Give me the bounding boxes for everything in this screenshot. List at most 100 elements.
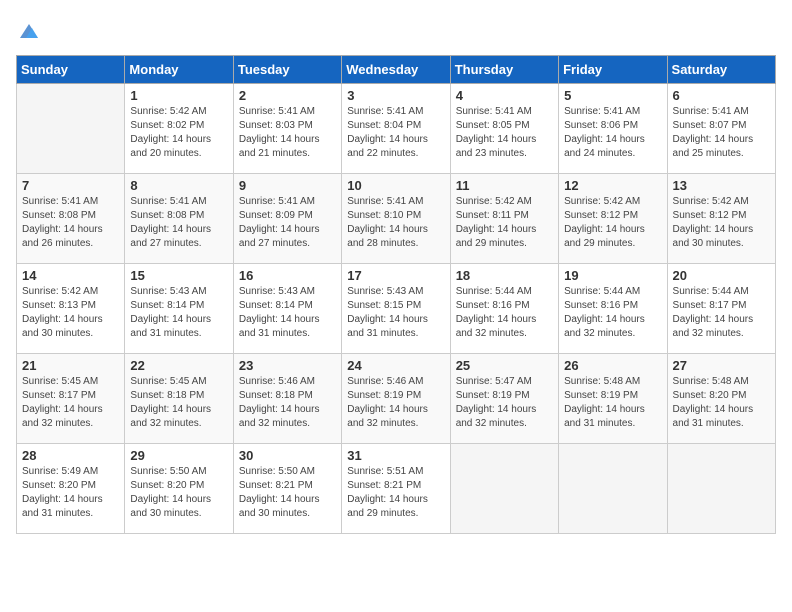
calendar-cell: 19 Sunrise: 5:44 AM Sunset: 8:16 PM Dayli… [559, 264, 667, 354]
day-detail: Sunrise: 5:41 AM Sunset: 8:06 PM Dayligh… [564, 105, 661, 161]
day-number: 31 [347, 448, 444, 463]
day-number: 11 [456, 178, 553, 193]
calendar-cell: 9 Sunrise: 5:41 AM Sunset: 8:09 PM Daylig… [233, 174, 341, 264]
calendar-table: SundayMondayTuesdayWednesdayThursdayFrid… [16, 55, 776, 534]
calendar-cell [450, 444, 558, 534]
calendar-cell: 20 Sunrise: 5:44 AM Sunset: 8:17 PM Dayli… [667, 264, 775, 354]
day-detail: Sunrise: 5:47 AM Sunset: 8:19 PM Dayligh… [456, 375, 553, 431]
day-number: 10 [347, 178, 444, 193]
day-detail: Sunrise: 5:41 AM Sunset: 8:07 PM Dayligh… [673, 105, 770, 161]
calendar-cell: 30 Sunrise: 5:50 AM Sunset: 8:21 PM Dayli… [233, 444, 341, 534]
calendar-header-tuesday: Tuesday [233, 56, 341, 84]
day-number: 15 [130, 268, 227, 283]
calendar-cell: 13Sunrise: 5:42 AM Sunset: 8:12 PM Dayli… [667, 174, 775, 264]
calendar-cell: 25 Sunrise: 5:47 AM Sunset: 8:19 PM Dayli… [450, 354, 558, 444]
calendar-cell: 24Sunrise: 5:46 AM Sunset: 8:19 PM Dayli… [342, 354, 450, 444]
calendar-cell: 29 Sunrise: 5:50 AM Sunset: 8:20 PM Dayli… [125, 444, 233, 534]
day-number: 19 [564, 268, 661, 283]
calendar-header-wednesday: Wednesday [342, 56, 450, 84]
calendar-cell: 31 Sunrise: 5:51 AM Sunset: 8:21 PM Dayli… [342, 444, 450, 534]
day-number: 30 [239, 448, 336, 463]
day-number: 9 [239, 178, 336, 193]
calendar-header-monday: Monday [125, 56, 233, 84]
calendar-cell: 12 Sunrise: 5:42 AM Sunset: 8:12 PM Dayli… [559, 174, 667, 264]
day-detail: Sunrise: 5:42 AM Sunset: 8:02 PM Dayligh… [130, 105, 227, 161]
logo [16, 20, 40, 47]
calendar-cell: 10 Sunrise: 5:41 AM Sunset: 8:10 PM Dayli… [342, 174, 450, 264]
calendar-cell: 8 Sunrise: 5:41 AM Sunset: 8:08 PM Daylig… [125, 174, 233, 264]
day-number: 5 [564, 88, 661, 103]
day-detail: Sunrise: 5:43 AM Sunset: 8:15 PM Dayligh… [347, 285, 444, 341]
day-detail: Sunrise: 5:45 AM Sunset: 8:18 PM Dayligh… [130, 375, 227, 431]
calendar-header-row: SundayMondayTuesdayWednesdayThursdayFrid… [17, 56, 776, 84]
day-number: 25 [456, 358, 553, 373]
day-number: 21 [22, 358, 119, 373]
day-detail: Sunrise: 5:41 AM Sunset: 8:08 PM Dayligh… [130, 195, 227, 251]
calendar-cell [559, 444, 667, 534]
calendar-cell: 17 Sunrise: 5:43 AM Sunset: 8:15 PM Dayli… [342, 264, 450, 354]
calendar-header-saturday: Saturday [667, 56, 775, 84]
day-detail: Sunrise: 5:46 AM Sunset: 8:19 PM Dayligh… [347, 375, 444, 431]
calendar-week-row: 28 Sunrise: 5:49 AM Sunset: 8:20 PM Dayli… [17, 444, 776, 534]
day-detail: Sunrise: 5:46 AM Sunset: 8:18 PM Dayligh… [239, 375, 336, 431]
day-detail: Sunrise: 5:41 AM Sunset: 8:10 PM Dayligh… [347, 195, 444, 251]
day-detail: Sunrise: 5:42 AM Sunset: 8:13 PM Dayligh… [22, 285, 119, 341]
day-detail: Sunrise: 5:50 AM Sunset: 8:21 PM Dayligh… [239, 465, 336, 521]
calendar-cell: 26Sunrise: 5:48 AM Sunset: 8:19 PM Dayli… [559, 354, 667, 444]
day-number: 2 [239, 88, 336, 103]
calendar-cell: 7 Sunrise: 5:41 AM Sunset: 8:08 PM Daylig… [17, 174, 125, 264]
calendar-header-friday: Friday [559, 56, 667, 84]
day-number: 14 [22, 268, 119, 283]
calendar-cell: 2Sunrise: 5:41 AM Sunset: 8:03 PM Daylig… [233, 84, 341, 174]
day-number: 8 [130, 178, 227, 193]
day-detail: Sunrise: 5:42 AM Sunset: 8:12 PM Dayligh… [564, 195, 661, 251]
calendar-cell: 15 Sunrise: 5:43 AM Sunset: 8:14 PM Dayli… [125, 264, 233, 354]
day-detail: Sunrise: 5:51 AM Sunset: 8:21 PM Dayligh… [347, 465, 444, 521]
day-number: 6 [673, 88, 770, 103]
day-number: 16 [239, 268, 336, 283]
day-number: 28 [22, 448, 119, 463]
day-detail: Sunrise: 5:48 AM Sunset: 8:19 PM Dayligh… [564, 375, 661, 431]
day-detail: Sunrise: 5:44 AM Sunset: 8:16 PM Dayligh… [564, 285, 661, 341]
day-detail: Sunrise: 5:45 AM Sunset: 8:17 PM Dayligh… [22, 375, 119, 431]
day-detail: Sunrise: 5:48 AM Sunset: 8:20 PM Dayligh… [673, 375, 770, 431]
page-header [16, 16, 776, 47]
calendar-cell: 21 Sunrise: 5:45 AM Sunset: 8:17 PM Dayli… [17, 354, 125, 444]
calendar-week-row: 14 Sunrise: 5:42 AM Sunset: 8:13 PM Dayli… [17, 264, 776, 354]
calendar-cell: 27 Sunrise: 5:48 AM Sunset: 8:20 PM Dayli… [667, 354, 775, 444]
day-detail: Sunrise: 5:50 AM Sunset: 8:20 PM Dayligh… [130, 465, 227, 521]
day-detail: Sunrise: 5:42 AM Sunset: 8:12 PM Dayligh… [673, 195, 770, 251]
day-number: 7 [22, 178, 119, 193]
day-detail: Sunrise: 5:41 AM Sunset: 8:08 PM Dayligh… [22, 195, 119, 251]
logo-icon [18, 20, 40, 42]
calendar-cell: 14 Sunrise: 5:42 AM Sunset: 8:13 PM Dayli… [17, 264, 125, 354]
calendar-week-row: 21 Sunrise: 5:45 AM Sunset: 8:17 PM Dayli… [17, 354, 776, 444]
day-detail: Sunrise: 5:43 AM Sunset: 8:14 PM Dayligh… [239, 285, 336, 341]
calendar-cell: 28 Sunrise: 5:49 AM Sunset: 8:20 PM Dayli… [17, 444, 125, 534]
day-number: 27 [673, 358, 770, 373]
day-number: 1 [130, 88, 227, 103]
calendar-cell: 3Sunrise: 5:41 AM Sunset: 8:04 PM Daylig… [342, 84, 450, 174]
calendar-cell: 4Sunrise: 5:41 AM Sunset: 8:05 PM Daylig… [450, 84, 558, 174]
day-number: 4 [456, 88, 553, 103]
day-number: 12 [564, 178, 661, 193]
calendar-cell: 1 Sunrise: 5:42 AM Sunset: 8:02 PM Daylig… [125, 84, 233, 174]
day-number: 23 [239, 358, 336, 373]
calendar-cell: 23 Sunrise: 5:46 AM Sunset: 8:18 PM Dayli… [233, 354, 341, 444]
day-number: 18 [456, 268, 553, 283]
calendar-cell [17, 84, 125, 174]
day-detail: Sunrise: 5:43 AM Sunset: 8:14 PM Dayligh… [130, 285, 227, 341]
calendar-week-row: 7 Sunrise: 5:41 AM Sunset: 8:08 PM Daylig… [17, 174, 776, 264]
day-number: 20 [673, 268, 770, 283]
day-detail: Sunrise: 5:44 AM Sunset: 8:17 PM Dayligh… [673, 285, 770, 341]
calendar-body: 1 Sunrise: 5:42 AM Sunset: 8:02 PM Daylig… [17, 84, 776, 534]
calendar-cell: 6 Sunrise: 5:41 AM Sunset: 8:07 PM Daylig… [667, 84, 775, 174]
day-number: 29 [130, 448, 227, 463]
day-number: 3 [347, 88, 444, 103]
calendar-cell: 18Sunrise: 5:44 AM Sunset: 8:16 PM Dayli… [450, 264, 558, 354]
calendar-header-thursday: Thursday [450, 56, 558, 84]
day-detail: Sunrise: 5:49 AM Sunset: 8:20 PM Dayligh… [22, 465, 119, 521]
day-detail: Sunrise: 5:41 AM Sunset: 8:09 PM Dayligh… [239, 195, 336, 251]
day-number: 17 [347, 268, 444, 283]
calendar-week-row: 1 Sunrise: 5:42 AM Sunset: 8:02 PM Daylig… [17, 84, 776, 174]
